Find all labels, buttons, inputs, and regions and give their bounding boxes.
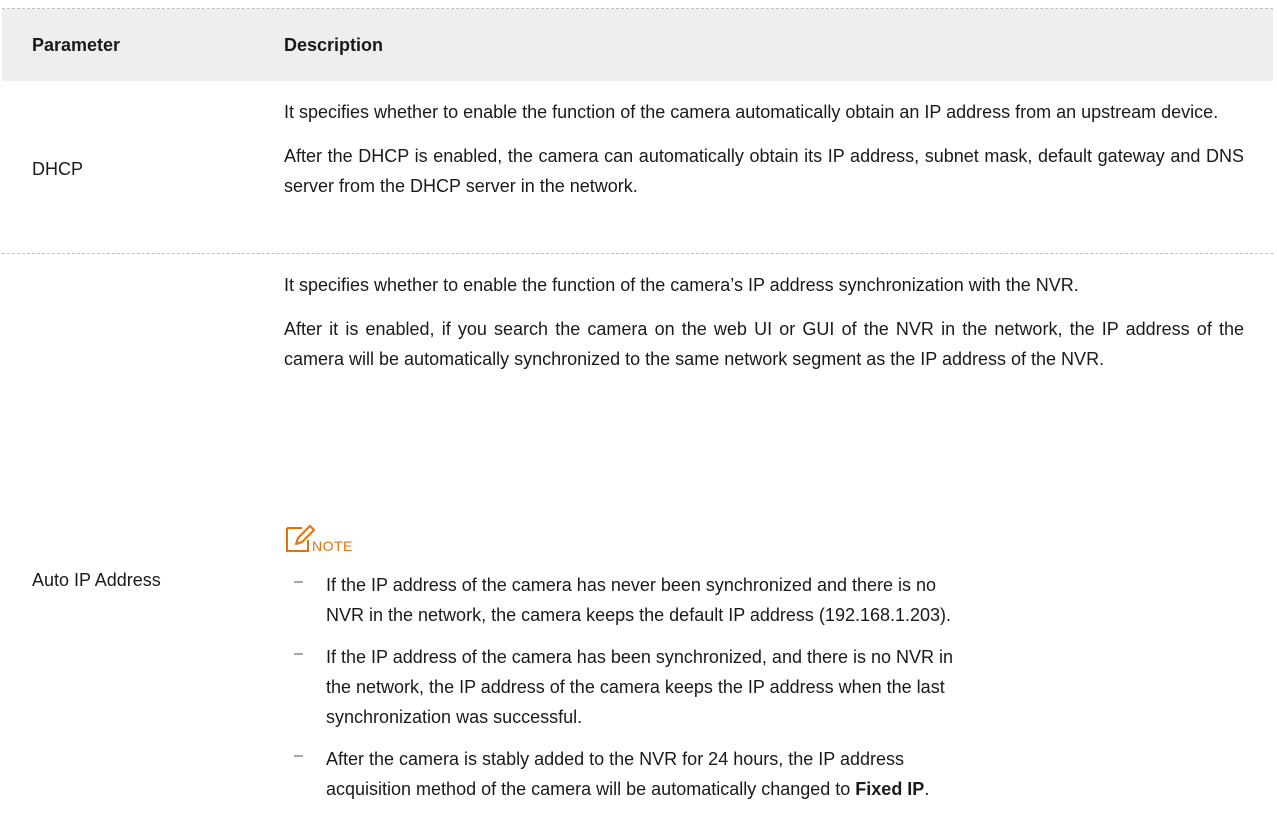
note-item-3-main: After the camera is stably added to the … [326, 749, 904, 799]
dash-icon: – [294, 645, 303, 662]
header-parameter: Parameter [32, 35, 121, 55]
note-label: NOTE [312, 538, 353, 554]
param-dhcp: DHCP [32, 159, 84, 179]
desc-dhcp: It specifies whether to enable the funct… [284, 97, 1244, 201]
desc-dhcp-p2: After the DHCP is enabled, the camera ca… [284, 146, 1244, 196]
header-description: Description [284, 35, 384, 55]
note-header: NOTE [284, 524, 353, 554]
fixed-ip-term: Fixed IP [855, 779, 925, 799]
note-item-1-text: If the IP address of the camera has neve… [326, 575, 952, 625]
desc-auto-ip-p2: After it is enabled, if you search the c… [284, 319, 1244, 369]
table-row-dhcp: DHCP It specifies whether to enable the … [2, 81, 1273, 253]
parameter-table: Parameter Description DHCP It specifies … [2, 8, 1273, 824]
dash-icon: – [294, 747, 303, 764]
note-item-3-end: . [924, 779, 930, 799]
dash-icon: – [294, 573, 303, 590]
note-item-3: – After the camera is stably added to th… [284, 744, 1244, 804]
note-item-2-text: If the IP address of the camera has been… [326, 647, 954, 727]
desc-dhcp-p1: It specifies whether to enable the funct… [284, 102, 1219, 122]
note-item-2: – If the IP address of the camera has be… [284, 642, 1244, 732]
table-row-auto-ip: Auto IP Address It specifies whether to … [2, 254, 1273, 824]
desc-auto-ip-p1: It specifies whether to enable the funct… [284, 275, 1079, 295]
note-item-1: – If the IP address of the camera has ne… [284, 570, 1244, 630]
desc-auto-ip: It specifies whether to enable the funct… [284, 270, 1244, 374]
param-auto-ip: Auto IP Address [32, 570, 161, 590]
table-header-row: Parameter Description [2, 9, 1273, 81]
note-item-3-text: After the camera is stably added to the … [326, 744, 966, 804]
